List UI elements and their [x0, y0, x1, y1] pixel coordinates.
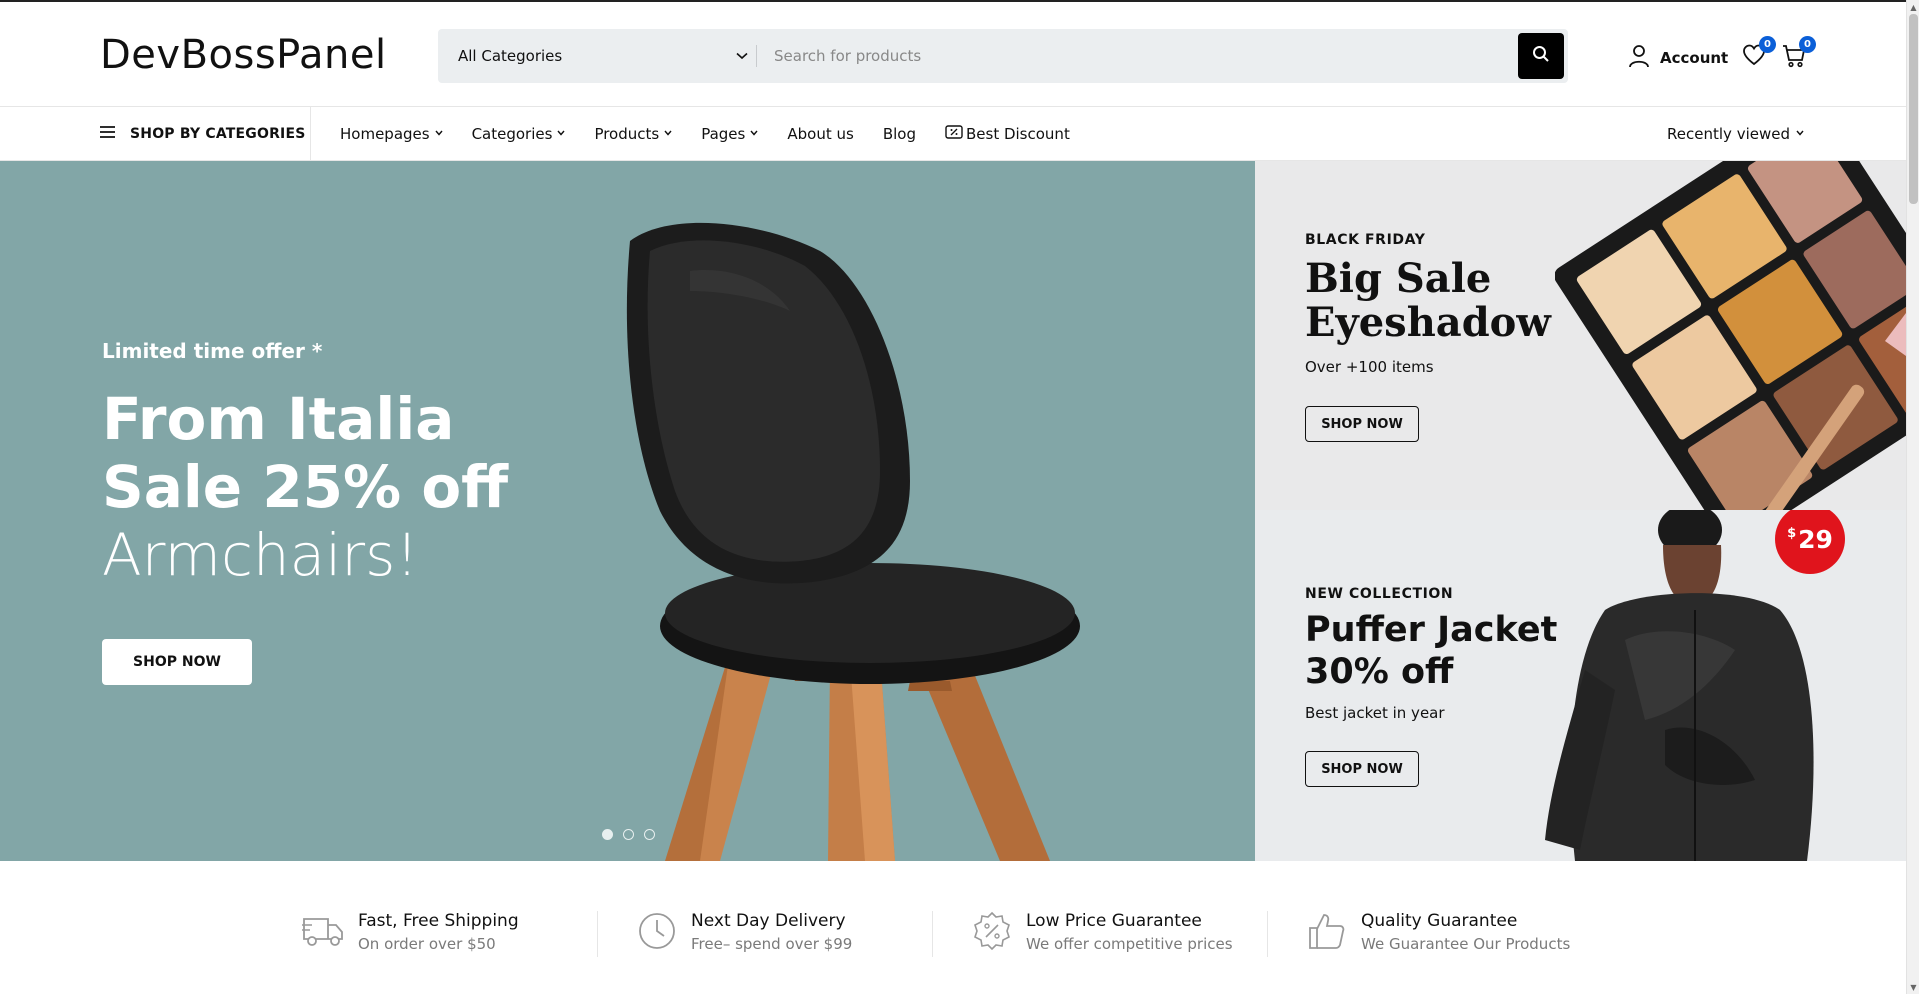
nav-item-pages[interactable]: Pages — [701, 125, 758, 143]
hero-headline-line2: Sale 25% off — [102, 453, 509, 521]
feature-subtitle: Free– spend over $99 — [691, 935, 853, 953]
promo1-title-line2: Eyeshadow — [1305, 299, 1551, 346]
feature-subtitle: We offer competitive prices — [1026, 935, 1233, 953]
price-value: 29 — [1798, 524, 1833, 554]
nav-item-label: Best Discount — [965, 125, 1070, 143]
account-link[interactable]: Account — [1628, 44, 1728, 72]
discount-badge-icon — [972, 911, 1012, 955]
recently-viewed-label: Recently viewed — [1667, 125, 1790, 143]
hero-kicker: Limited time offer * — [102, 339, 323, 363]
feature-title: Next Day Delivery — [691, 911, 846, 931]
features-bar: Fast, Free Shipping On order over $50 Ne… — [0, 861, 1906, 994]
feature-divider — [932, 911, 933, 957]
hero-headline-line3: Armchairs! — [102, 521, 419, 589]
recently-viewed-dropdown[interactable]: Recently viewed — [1667, 107, 1804, 161]
feature-divider — [1267, 911, 1268, 957]
clock-icon — [637, 911, 677, 955]
shop-by-categories-button[interactable]: SHOP BY CATEGORIES — [100, 107, 310, 161]
promo1-kicker: BLACK FRIDAY — [1305, 232, 1426, 248]
promo2-subtitle: Best jacket in year — [1305, 704, 1445, 722]
hero-slider: Limited time offer * From Italia Sale 25… — [0, 161, 1255, 861]
feature-title: Low Price Guarantee — [1026, 911, 1202, 931]
feature-divider — [597, 911, 598, 957]
wishlist-count-badge: 0 — [1759, 36, 1776, 53]
nav-item-products[interactable]: Products — [594, 125, 672, 143]
feature-title: Fast, Free Shipping — [358, 911, 519, 931]
search-divider — [756, 45, 757, 67]
discount-ticket-icon — [945, 125, 963, 143]
chevron-down-icon — [1796, 129, 1804, 139]
promo1-subtitle: Over +100 items — [1305, 358, 1434, 376]
page-scrollbar[interactable]: ▲ ▼ — [1906, 0, 1919, 994]
search-bar: All Categories — [438, 29, 1568, 83]
nav-item-categories[interactable]: Categories — [472, 125, 566, 143]
wishlist-button[interactable]: 0 — [1742, 36, 1776, 70]
chevron-down-icon — [750, 129, 758, 139]
promo2-title-line2: 30% off — [1305, 652, 1454, 692]
feature-subtitle: On order over $50 — [358, 935, 496, 953]
promo1-shop-now-button[interactable]: SHOP NOW — [1305, 406, 1419, 442]
truck-icon — [302, 911, 344, 953]
nav-item-label: Blog — [882, 125, 916, 143]
search-icon — [1532, 45, 1550, 67]
promo-card-puffer-jacket: $ 29 NEW COLLECTION Puffer Jacket 30% of… — [1255, 510, 1906, 861]
scrollbar-thumb[interactable] — [1909, 14, 1918, 204]
page: DevBossPanel All Categories Account — [0, 0, 1906, 994]
nav-menu: Homepages Categories Products Pages Abou… — [340, 107, 1070, 161]
hero-text: Limited time offer * From Italia Sale 25… — [102, 339, 508, 589]
chair-image — [626, 222, 1080, 861]
scroll-down-arrow-icon[interactable]: ▼ — [1907, 980, 1919, 994]
slider-dots — [602, 829, 655, 840]
nav-item-about-us[interactable]: About us — [787, 125, 853, 143]
promo1-title-line1: Big Sale — [1305, 255, 1492, 302]
price-currency: $ — [1787, 525, 1797, 541]
category-select-value: All Categories — [458, 47, 563, 65]
category-select[interactable]: All Categories — [458, 29, 748, 83]
thumbs-up-icon — [1307, 911, 1347, 955]
nav-item-label: Homepages — [340, 125, 430, 143]
cart-button[interactable]: 0 — [1782, 36, 1816, 72]
nav-divider — [310, 107, 311, 161]
eyeshadow-palette-image — [1555, 161, 1906, 510]
site-header: DevBossPanel All Categories Account — [0, 0, 1906, 107]
slider-dot-1[interactable] — [602, 829, 613, 840]
cart-count-badge: 0 — [1799, 36, 1816, 53]
user-icon — [1628, 44, 1650, 72]
chevron-down-icon — [736, 49, 748, 63]
feature-subtitle: We Guarantee Our Products — [1361, 935, 1571, 953]
main-nav: SHOP BY CATEGORIES Homepages Categories … — [0, 107, 1906, 161]
search-input[interactable] — [774, 29, 1474, 83]
search-button[interactable] — [1518, 33, 1564, 79]
feature-item: Low Price Guarantee We offer competitive… — [972, 911, 1233, 955]
nav-item-best-discount[interactable]: Best Discount — [945, 125, 1070, 143]
feature-item: Fast, Free Shipping On order over $50 — [302, 911, 519, 953]
promo2-title-line1: Puffer Jacket — [1305, 610, 1558, 650]
nav-item-blog[interactable]: Blog — [883, 125, 916, 143]
account-label: Account — [1660, 49, 1729, 67]
heart-icon — [1742, 44, 1766, 70]
chevron-down-icon — [435, 129, 443, 139]
hamburger-icon — [100, 126, 116, 142]
hero-shop-now-button[interactable]: SHOP NOW — [102, 639, 252, 685]
nav-item-label: Categories — [471, 125, 553, 143]
feature-title: Quality Guarantee — [1361, 911, 1518, 931]
scroll-up-arrow-icon[interactable]: ▲ — [1907, 0, 1919, 14]
promo2-shop-now-button[interactable]: SHOP NOW — [1305, 751, 1419, 787]
nav-item-label: Pages — [701, 125, 746, 143]
feature-item: Next Day Delivery Free– spend over $99 — [637, 911, 852, 955]
shop-by-categories-label: SHOP BY CATEGORIES — [130, 126, 306, 142]
nav-item-label: About us — [787, 125, 854, 143]
slider-dot-2[interactable] — [623, 829, 634, 840]
site-logo[interactable]: DevBossPanel — [100, 32, 387, 78]
slider-dot-3[interactable] — [644, 829, 655, 840]
chevron-down-icon — [557, 129, 565, 139]
promo2-kicker: NEW COLLECTION — [1305, 586, 1454, 602]
feature-item: Quality Guarantee We Guarantee Our Produ… — [1307, 911, 1570, 955]
hero-headline-line1: From Italia — [102, 385, 455, 453]
cart-icon — [1782, 45, 1806, 72]
chevron-down-icon — [664, 129, 672, 139]
nav-item-label: Products — [594, 125, 660, 143]
nav-item-homepages[interactable]: Homepages — [340, 125, 443, 143]
promo-card-eyeshadow: BLACK FRIDAY Big Sale Eyeshadow Over +10… — [1255, 161, 1906, 510]
